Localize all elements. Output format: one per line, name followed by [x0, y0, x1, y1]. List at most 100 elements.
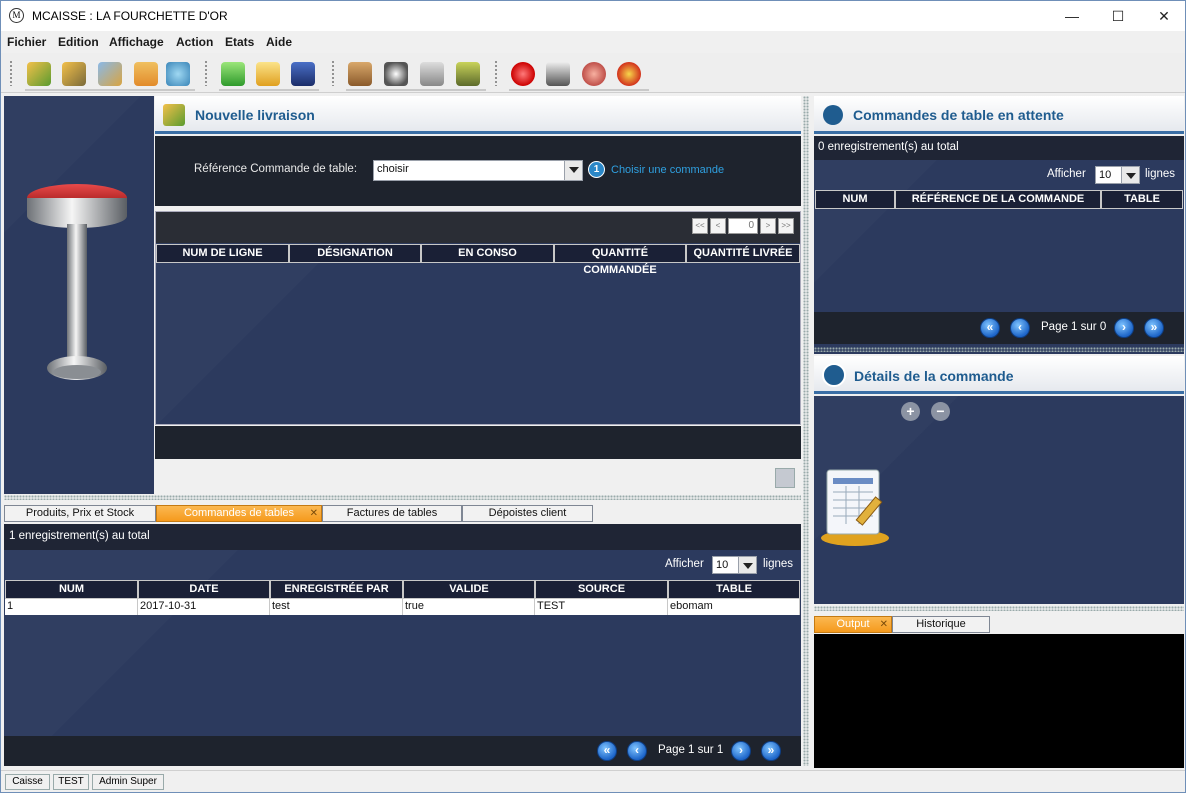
status-caisse: Caisse — [5, 774, 50, 790]
settings-icon[interactable] — [617, 62, 641, 86]
horizontal-splitter[interactable] — [814, 347, 1184, 352]
piggy-bank-icon[interactable] — [582, 62, 606, 86]
cell-num: 1 — [5, 599, 138, 615]
close-window-button[interactable]: ✕ — [1141, 1, 1185, 31]
cell-source: TEST — [535, 599, 668, 615]
ref-select[interactable]: choisir — [373, 160, 583, 181]
cart-icon[interactable] — [62, 62, 86, 86]
last-page-button[interactable]: » — [1144, 318, 1164, 338]
remove-icon[interactable]: − — [931, 402, 950, 421]
ref-label: Référence Commande de table: — [194, 163, 358, 175]
column-header[interactable]: NUM — [815, 190, 895, 209]
first-page-button[interactable]: « — [597, 741, 617, 761]
next-page-button[interactable]: › — [1114, 318, 1134, 338]
tab-factures[interactable]: Factures de tables — [322, 505, 462, 522]
pager-last-button[interactable]: >> — [778, 218, 794, 234]
column-header[interactable]: SOURCE — [535, 580, 668, 599]
cash-icon[interactable] — [221, 62, 245, 86]
pager-next-button[interactable]: > — [760, 218, 776, 234]
user-icon[interactable] — [134, 62, 158, 86]
pager-page-input[interactable]: 0 — [728, 218, 758, 234]
maximize-button[interactable]: ☐ — [1095, 1, 1141, 31]
toolbar-grip[interactable] — [9, 60, 14, 86]
refresh-icon[interactable] — [166, 62, 190, 86]
clipboard-icon — [822, 363, 846, 387]
rows-per-page-select[interactable]: 10 — [1095, 166, 1140, 184]
printer-icon[interactable] — [546, 62, 570, 86]
column-header[interactable]: NUM — [5, 580, 138, 599]
tab-depoistes[interactable]: Dépoistes client — [462, 505, 593, 522]
cell-table: ebomam — [668, 599, 800, 615]
last-page-button[interactable]: » — [761, 741, 781, 761]
toolbar-grip[interactable] — [331, 60, 336, 86]
menu-affichage[interactable]: Affichage — [109, 35, 164, 49]
cart-transfer-icon[interactable] — [98, 62, 122, 86]
save-icon[interactable] — [775, 468, 795, 488]
close-icon[interactable]: ✕ — [880, 617, 888, 632]
bar-stool-image — [27, 184, 127, 380]
toolbar-grip[interactable] — [204, 60, 209, 86]
menu-edition[interactable]: Edition — [58, 35, 99, 49]
livraison-grid: << < 0 > >> NUM DE LIGNE DÉSIGNATION EN … — [155, 211, 801, 425]
cancel-icon[interactable] — [511, 62, 535, 86]
cash-register-icon[interactable] — [456, 62, 480, 86]
page-indicator: Page 1 sur 1 — [658, 744, 724, 756]
column-header[interactable]: TABLE — [1101, 190, 1183, 209]
toolbar-separator — [509, 89, 649, 91]
tab-produits[interactable]: Produits, Prix et Stock — [4, 505, 156, 522]
menu-etats[interactable]: Etats — [225, 35, 254, 49]
column-header[interactable]: DATE — [138, 580, 270, 599]
livraison-form: Référence Commande de table: choisir 1 C… — [155, 136, 801, 206]
toolbar-grip[interactable] — [494, 60, 499, 86]
column-header[interactable]: VALIDE — [403, 580, 535, 599]
column-header[interactable]: DÉSIGNATION — [289, 244, 421, 263]
column-header[interactable]: QUANTITÉ COMMANDÉE — [554, 244, 686, 276]
pager-prev-button[interactable]: < — [710, 218, 726, 234]
menu-aide[interactable]: Aide — [266, 35, 292, 49]
prev-page-button[interactable]: ‹ — [627, 741, 647, 761]
vertical-splitter[interactable] — [803, 96, 809, 766]
rows-per-page-value: 10 — [1099, 169, 1112, 181]
rows-per-page-value: 10 — [716, 559, 729, 571]
chevron-down-icon[interactable] — [564, 161, 582, 180]
column-header[interactable]: QUANTITÉ LIVRÉE — [686, 244, 800, 263]
delivery-icon[interactable] — [291, 62, 315, 86]
column-header[interactable]: ENREGISTRÉE PAR — [270, 580, 403, 599]
choose-order-link[interactable]: Choisir une commande — [611, 164, 724, 176]
tab-historique[interactable]: Historique — [892, 616, 990, 633]
prev-page-button[interactable]: ‹ — [1010, 318, 1030, 338]
column-header[interactable]: TABLE — [668, 580, 800, 599]
column-header[interactable]: EN CONSO — [421, 244, 554, 263]
cell-enregistree-par: test — [270, 599, 403, 615]
table-row[interactable]: 1 2017-10-31 test true TEST ebomam — [5, 599, 800, 615]
menu-fichier[interactable]: Fichier — [7, 35, 46, 49]
column-header[interactable]: NUM DE LIGNE — [156, 244, 289, 263]
menu-action[interactable]: Action — [176, 35, 213, 49]
horizontal-splitter[interactable] — [4, 495, 801, 500]
minimize-button[interactable]: — — [1049, 1, 1095, 31]
rows-per-page-select[interactable]: 10 — [712, 556, 757, 574]
status-user: Admin Super — [92, 774, 164, 790]
toolbar-separator — [219, 89, 319, 91]
stopwatch-icon[interactable] — [384, 62, 408, 86]
chevron-down-icon[interactable] — [738, 557, 756, 573]
invoice-icon[interactable] — [256, 62, 280, 86]
output-console[interactable] — [814, 634, 1184, 768]
tab-commandes-tables[interactable]: Commandes de tables ✕ — [156, 505, 322, 522]
close-icon[interactable]: ✕ — [310, 506, 318, 521]
attente-pager: « ‹ Page 1 sur 0 › » — [814, 312, 1184, 344]
lignes-label: lignes — [1145, 168, 1176, 180]
tab-output[interactable]: Output ✕ — [814, 616, 892, 633]
add-icon[interactable]: + — [901, 402, 920, 421]
total-records: 0 enregistrement(s) au total — [818, 141, 959, 153]
column-header[interactable]: RÉFÉRENCE DE LA COMMANDE — [895, 190, 1101, 209]
first-page-button[interactable]: « — [980, 318, 1000, 338]
key-icon[interactable] — [420, 62, 444, 86]
deliveryman-icon[interactable] — [348, 62, 372, 86]
cart-add-icon[interactable] — [27, 62, 51, 86]
pager-first-button[interactable]: << — [692, 218, 708, 234]
cart-add-icon — [163, 104, 185, 126]
next-page-button[interactable]: › — [731, 741, 751, 761]
chevron-down-icon[interactable] — [1121, 167, 1139, 183]
horizontal-splitter[interactable] — [814, 606, 1184, 611]
